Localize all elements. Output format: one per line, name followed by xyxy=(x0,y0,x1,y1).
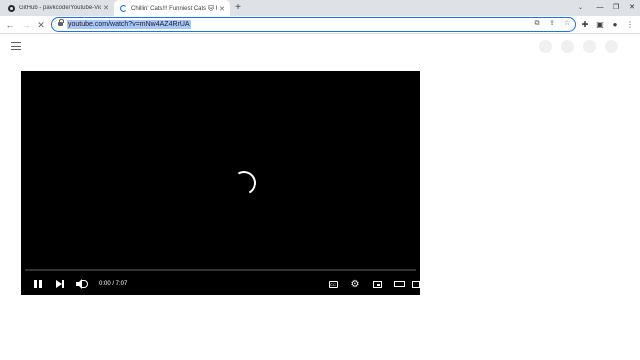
close-icon[interactable]: ✕ xyxy=(217,5,227,13)
profile-icon[interactable]: ● xyxy=(610,19,620,31)
plus-icon[interactable]: + xyxy=(233,3,243,13)
right-controls: CC ⚙ xyxy=(322,273,420,295)
header-placeholders xyxy=(539,40,618,53)
player-controls: 0:00 / 7:07 CC ⚙ xyxy=(21,273,420,295)
pause-icon[interactable] xyxy=(27,273,49,295)
browser-toolbar: ← → ✕ youtube.com/watch?v=mNw4AZ4RrUA ⧉ … xyxy=(0,16,640,34)
time-display: 0:00 / 7:07 xyxy=(99,281,128,287)
restore-button[interactable]: ❐ xyxy=(608,1,624,13)
volume-icon[interactable] xyxy=(71,273,93,295)
loading-icon xyxy=(120,5,127,12)
lock-icon[interactable] xyxy=(58,19,64,27)
github-icon xyxy=(8,4,15,12)
cc-icon[interactable]: CC xyxy=(322,273,344,295)
theater-icon[interactable] xyxy=(388,273,410,295)
tab-github[interactable]: GitHub - pavkcode/Youtube-Vid ✕ xyxy=(0,0,114,16)
gear-icon[interactable]: ⚙ xyxy=(344,273,366,295)
close-icon[interactable]: ✕ xyxy=(101,4,111,12)
fullscreen-icon[interactable] xyxy=(410,273,420,295)
minimize-button[interactable]: — xyxy=(592,1,608,13)
omnibox-actions: ⧉ ⇪ ☆ xyxy=(533,19,571,28)
tab-search-button[interactable]: ⌄ xyxy=(578,4,583,11)
url-text[interactable]: youtube.com/watch?v=mNw4AZ4RrUA xyxy=(67,20,191,29)
miniplayer-icon[interactable] xyxy=(366,273,388,295)
placeholder-dot xyxy=(583,40,596,53)
side-panel-icon[interactable]: ▣ xyxy=(595,19,605,31)
open-in-app-icon[interactable]: ⧉ xyxy=(533,19,541,28)
placeholder-dot xyxy=(605,40,618,53)
reload-icon[interactable]: ✕ xyxy=(35,19,47,31)
hamburger-icon[interactable] xyxy=(11,42,21,50)
close-window-button[interactable]: ✕ xyxy=(624,1,640,13)
more-icon[interactable]: ⋮ xyxy=(625,19,635,31)
address-bar[interactable]: youtube.com/watch?v=mNw4AZ4RrUA ⧉ ⇪ ☆ xyxy=(51,17,576,32)
page-content: 0:00 / 7:07 CC ⚙ xyxy=(0,35,640,360)
share-icon[interactable]: ⇪ xyxy=(548,19,556,28)
forward-icon[interactable]: → xyxy=(20,19,32,31)
tab-label: Chillin' Cats!!! Funniest Cats 🐱 F xyxy=(131,6,217,12)
placeholder-dot xyxy=(539,40,552,53)
extension-area: ✚ ▣ ● ⋮ xyxy=(580,19,635,31)
placeholder-dot xyxy=(561,40,574,53)
video-player[interactable]: 0:00 / 7:07 CC ⚙ xyxy=(21,71,420,295)
star-icon[interactable]: ☆ xyxy=(563,19,571,28)
window-controls: — ❐ ✕ xyxy=(592,0,640,16)
back-icon[interactable]: ← xyxy=(4,19,16,31)
next-icon[interactable] xyxy=(49,273,71,295)
tab-youtube[interactable]: Chillin' Cats!!! Funniest Cats 🐱 F ✕ xyxy=(114,0,230,17)
progress-bar[interactable] xyxy=(25,269,416,271)
puzzle-icon[interactable]: ✚ xyxy=(580,19,590,31)
tab-label: GitHub - pavkcode/Youtube-Vid xyxy=(19,5,101,11)
tab-strip: GitHub - pavkcode/Youtube-Vid ✕ Chillin'… xyxy=(0,0,640,17)
loading-spinner xyxy=(229,168,259,198)
